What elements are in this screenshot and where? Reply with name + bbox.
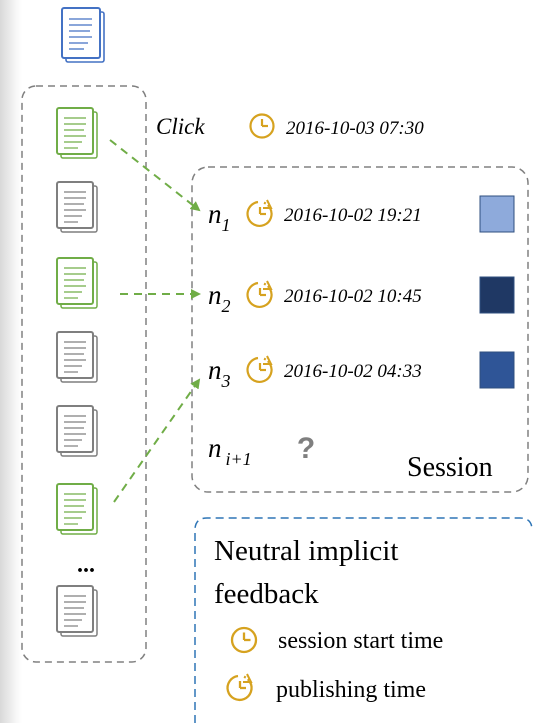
session-item-base: n [208,280,222,310]
legend-label-session-start: session start time [278,628,443,654]
session-item-sub: 3 [221,371,231,391]
next-item-question-mark: ? [297,432,315,465]
clock-icon [249,113,275,139]
next-item-label: n i+1 [208,433,252,469]
click-time: 2016-10-03 07:30 [286,118,424,139]
session-item: n1 2016-10-02 19:21 [208,195,515,235]
session-item-label: n2 [208,280,231,316]
session-item: n3 2016-10-02 04:33 [208,351,515,391]
clicked-document-icon [56,257,98,309]
dashed-clock-icon [246,280,273,308]
session-item-color-swatch [479,276,515,314]
session-item-label: n1 [208,199,231,235]
dashed-clock-icon [246,199,273,227]
clock-icon [230,626,258,654]
target-document-icon [61,7,105,63]
session-diagram: ... Click 2016-10-03 07:30 n1 2016-10-02 … [21,7,533,723]
click-arrows [109,139,201,503]
legend-item-publishing: publishing time [226,673,426,703]
session-item-label: n3 [208,355,231,391]
legend-item-session-start: session start time [230,626,443,654]
legend-title-line2: feedback [214,578,319,610]
neutral-document-icon [56,405,98,457]
session-items: n1 2016-10-02 19:21n2 2016-10-02 10:45n3 20… [208,195,515,391]
diagram-canvas: ... Click 2016-10-03 07:30 n1 2016-10-02 … [0,0,536,723]
session-item-time: 2016-10-02 04:33 [284,361,422,382]
click-label: Click [156,114,205,139]
session-item-color-swatch [479,351,515,389]
neutral-document-icon [56,331,98,383]
next-item-base: n [208,433,222,463]
neutral-document-icon [56,585,98,637]
session-item-base: n [208,199,222,229]
session-item-time: 2016-10-02 19:21 [284,205,422,226]
legend-title-line1: Neutral implicit [214,535,398,567]
session-item-base: n [208,355,222,385]
clicked-document-icon [56,483,98,535]
dashed-clock-icon [246,355,273,383]
arrow-doc6-to-n3 [113,378,201,503]
arrow-doc1-to-n1 [109,139,201,212]
next-item-sub: i+1 [226,449,252,469]
session-label: Session [407,452,493,483]
session-item-time: 2016-10-02 10:45 [284,286,422,307]
session-item-color-swatch [479,195,515,233]
legend-label-publishing: publishing time [276,677,426,703]
session-item-sub: 1 [222,215,231,235]
session-item-sub: 2 [222,296,231,316]
list-ellipsis: ... [77,552,95,578]
dashed-clock-icon [226,673,253,702]
clicked-document-icon [56,107,98,159]
session-item: n2 2016-10-02 10:45 [208,276,515,316]
neutral-document-icon [56,181,98,233]
